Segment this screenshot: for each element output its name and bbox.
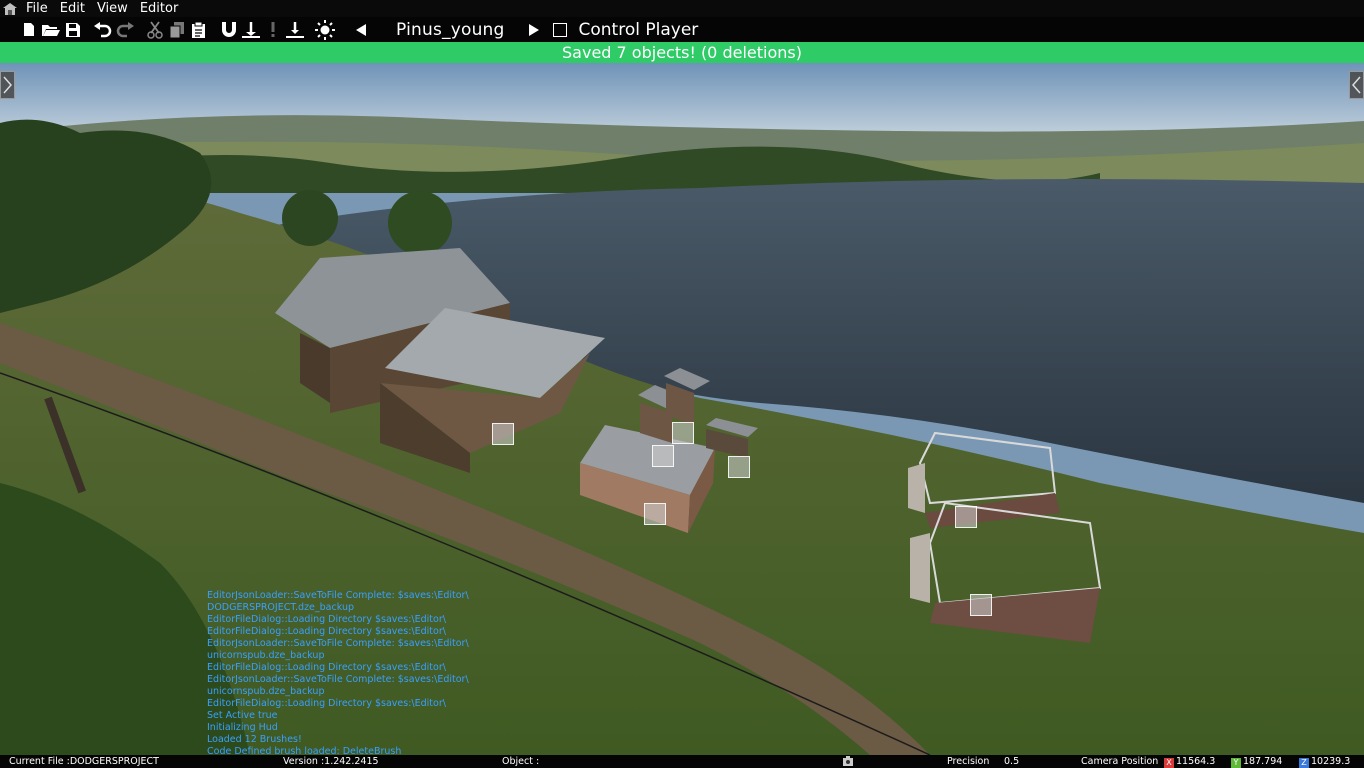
- new-file-icon[interactable]: [18, 17, 40, 42]
- control-player-checkbox[interactable]: [552, 22, 567, 37]
- menu-editor[interactable]: Editor: [134, 0, 184, 17]
- camera-x-value: 11564.3: [1176, 756, 1216, 767]
- menu-edit[interactable]: Edit: [54, 0, 91, 17]
- console-line: Set Active true: [207, 710, 278, 721]
- console-line: EditorJsonLoader::SaveToFile Complete: $…: [207, 674, 469, 685]
- paste-icon[interactable]: [188, 17, 210, 42]
- precision-label: Precision: [947, 756, 990, 767]
- save-icon[interactable]: [62, 17, 84, 42]
- console-line: Code Defined brush loaded: DeleteBrush: [207, 746, 402, 755]
- console-line: Initializing Hud: [207, 722, 278, 733]
- toolbar: Pinus_young Control Player: [0, 17, 1364, 42]
- object-handle[interactable]: [644, 503, 666, 525]
- menu-bar: File Edit View Editor: [0, 0, 1364, 17]
- console-line: EditorJsonLoader::SaveToFile Complete: $…: [207, 590, 469, 601]
- scene-render: [0, 63, 1364, 755]
- left-panel-toggle[interactable]: [0, 71, 15, 99]
- camera-y: Y 187.794: [1231, 755, 1282, 768]
- collision-icon[interactable]: [262, 17, 284, 42]
- drop-to-ground-icon[interactable]: [284, 17, 306, 42]
- z-axis-tag: Z: [1299, 758, 1309, 768]
- object-handle[interactable]: [652, 445, 674, 467]
- camera-z-value: 10239.3: [1311, 756, 1351, 767]
- camera-x: X 11564.3: [1164, 755, 1215, 768]
- copy-icon[interactable]: [166, 17, 188, 42]
- console-line: Loaded 12 Brushes!: [207, 734, 302, 745]
- current-file-label: Current File :DODGERSPROJECT: [9, 756, 159, 767]
- previous-brush-icon[interactable]: [350, 17, 372, 42]
- status-bar: Current File :DODGERSPROJECT Version :1.…: [0, 755, 1364, 768]
- y-axis-tag: Y: [1231, 758, 1241, 768]
- app-logo-icon: [0, 0, 20, 17]
- object-handle[interactable]: [970, 594, 992, 616]
- console-line: EditorFileDialog::Loading Directory $sav…: [207, 662, 446, 673]
- console-line: EditorJsonLoader::SaveToFile Complete: $…: [207, 638, 469, 649]
- x-axis-tag: X: [1164, 758, 1174, 768]
- cut-icon[interactable]: [144, 17, 166, 42]
- next-brush-icon[interactable]: [523, 17, 545, 42]
- ground-snap-icon[interactable]: [240, 17, 262, 42]
- sun-icon[interactable]: [314, 17, 336, 42]
- undo-icon[interactable]: [92, 17, 114, 42]
- editor-viewport[interactable]: EditorJsonLoader::SaveToFile Complete: $…: [0, 63, 1364, 755]
- console-line: EditorFileDialog::Loading Directory $sav…: [207, 626, 446, 637]
- menu-view[interactable]: View: [91, 0, 134, 17]
- console-line: unicornspub.dze_backup: [207, 650, 325, 661]
- camera-position-label: Camera Position: [1081, 756, 1159, 767]
- console-line: DODGERSPROJECT.dze_backup: [207, 602, 354, 613]
- camera-z: Z 10239.3: [1299, 755, 1350, 768]
- object-handle[interactable]: [955, 506, 977, 528]
- control-player-label: Control Player: [578, 19, 699, 40]
- object-handle[interactable]: [492, 423, 514, 445]
- console-log: EditorJsonLoader::SaveToFile Complete: $…: [207, 590, 527, 755]
- console-line: unicornspub.dze_backup: [207, 686, 325, 697]
- console-line: EditorFileDialog::Loading Directory $sav…: [207, 614, 446, 625]
- camera-y-value: 187.794: [1243, 756, 1283, 767]
- brush-name: Pinus_young: [396, 19, 505, 40]
- camera-icon[interactable]: [842, 755, 854, 768]
- open-folder-icon[interactable]: [40, 17, 62, 42]
- version-label: Version :1.242.2415: [283, 756, 379, 767]
- object-handle[interactable]: [728, 456, 750, 478]
- right-panel-toggle[interactable]: [1349, 71, 1364, 99]
- object-handle[interactable]: [672, 422, 694, 444]
- magnet-snap-icon[interactable]: [218, 17, 240, 42]
- redo-icon[interactable]: [114, 17, 136, 42]
- menu-file[interactable]: File: [20, 0, 54, 17]
- save-status-banner: Saved 7 objects! (0 deletions): [0, 42, 1364, 63]
- console-line: EditorFileDialog::Loading Directory $sav…: [207, 698, 446, 709]
- object-label: Object :: [502, 756, 540, 767]
- precision-value[interactable]: 0.5: [1004, 755, 1019, 768]
